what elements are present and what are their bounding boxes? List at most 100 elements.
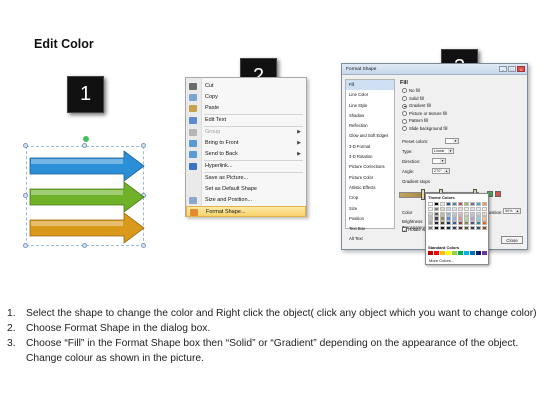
menu-item-cut[interactable]: Cut [186,81,306,92]
color-swatch[interactable] [433,211,440,216]
color-swatch[interactable] [457,211,464,216]
menu-item-format-shape[interactable]: Format Shape... [186,206,306,217]
remove-stop-icon[interactable] [495,191,501,197]
color-swatch[interactable] [457,251,464,256]
color-swatch[interactable] [445,251,452,256]
angle-spinner[interactable]: 270° ▴ [432,168,450,174]
color-swatch[interactable] [469,211,476,216]
nav-item-3-d-rotation[interactable]: 3-D Rotation [346,152,394,162]
nav-item-artistic-effects[interactable]: Artistic Effects [346,183,394,193]
nav-item-fill[interactable]: Fill [346,80,394,91]
fill-option[interactable]: Picture or texture fill [402,111,447,117]
color-swatch[interactable] [457,206,464,211]
menu-item-edit-text[interactable]: Edit Text [186,115,306,126]
color-swatch[interactable] [463,211,470,216]
nav-item-text-box[interactable]: Text Box [346,224,394,234]
menu-item-group[interactable]: Group ▶ [186,127,306,138]
fill-option[interactable]: Solid fill [402,96,424,101]
color-swatch[interactable] [481,211,488,216]
nav-item-reflection[interactable]: Reflection [346,121,394,131]
color-swatch[interactable] [439,202,446,207]
color-swatch[interactable] [457,216,464,221]
color-swatch[interactable] [481,202,488,207]
resize-handle[interactable] [23,143,28,148]
arrow-shape-group[interactable] [22,136,146,249]
color-swatch[interactable] [469,202,476,207]
orange-arrow-shape[interactable] [28,212,146,244]
menu-item-bring-to-front[interactable]: Bring to Front ▶ [186,138,306,149]
color-swatch[interactable] [475,221,482,226]
nav-item-line-color[interactable]: Line Color [346,90,394,100]
color-swatch[interactable] [445,211,452,216]
color-swatch[interactable] [463,216,470,221]
nav-item-line-style[interactable]: Line Style [346,101,394,111]
menu-item-send-to-back[interactable]: Send to Back ▶ [186,149,306,160]
preset-colors-dropdown[interactable]: ▾ [445,138,459,144]
color-swatch[interactable] [428,216,434,221]
radio-icon[interactable] [402,95,407,101]
color-swatch[interactable] [457,221,464,226]
color-swatch[interactable] [433,225,440,231]
menu-item-hyperlink[interactable]: Hyperlink... [186,161,306,172]
radio-icon[interactable] [402,126,407,132]
rotation-handle[interactable] [83,136,89,142]
color-swatch[interactable] [469,225,476,231]
color-swatch[interactable] [463,251,470,256]
color-swatch[interactable] [469,221,476,226]
color-swatch[interactable] [439,216,446,221]
color-swatch[interactable] [451,216,458,221]
radio-icon[interactable] [402,118,407,124]
color-swatch[interactable] [469,206,476,211]
color-swatch[interactable] [457,202,464,207]
green-arrow-shape[interactable] [28,181,146,213]
nav-item-picture-corrections[interactable]: Picture Corrections [346,162,394,172]
color-swatch[interactable] [481,216,488,221]
close-button[interactable]: Close [501,236,523,244]
menu-item-set-as-default-shape[interactable]: Set as Default Shape [186,184,306,195]
color-swatch[interactable] [428,211,434,216]
nav-item-3-d-format[interactable]: 3-D Format [346,142,394,152]
checkbox-icon[interactable]: ✓ [402,227,407,233]
resize-handle[interactable] [82,143,87,148]
color-swatch[interactable] [433,251,440,256]
nav-item-picture-color[interactable]: Picture Color [346,173,394,183]
color-swatch[interactable] [451,221,458,226]
color-swatch[interactable] [451,225,458,231]
type-dropdown[interactable]: Linear ▾ [432,148,454,154]
fill-option[interactable]: Pattern fill [402,118,428,124]
more-colors-link[interactable]: More Colors... [429,258,454,263]
color-swatch[interactable] [475,211,482,216]
resize-handle[interactable] [141,143,146,148]
color-swatch[interactable] [445,225,452,231]
color-swatch[interactable] [439,225,446,231]
color-swatch[interactable] [481,225,488,231]
color-swatch[interactable] [475,225,482,231]
color-swatch[interactable] [481,221,488,226]
color-swatch[interactable] [433,206,440,211]
color-swatch[interactable] [463,202,470,207]
color-swatch[interactable] [469,216,476,221]
color-swatch[interactable] [451,251,458,256]
color-swatch[interactable] [475,251,482,256]
nav-item-crop[interactable]: Crop [346,193,394,203]
color-swatch[interactable] [481,206,488,211]
color-swatch[interactable] [475,216,482,221]
color-swatch[interactable] [451,202,458,207]
color-swatch[interactable] [433,202,440,207]
color-swatch[interactable] [463,221,470,226]
nav-item-shadow[interactable]: Shadow [346,111,394,121]
color-swatch[interactable] [428,221,434,226]
color-swatch[interactable] [463,225,470,231]
radio-icon[interactable] [402,88,407,94]
radio-icon[interactable] [402,103,407,109]
color-swatch[interactable] [475,206,482,211]
color-swatch[interactable] [481,251,488,256]
menu-item-paste[interactable]: Paste [186,103,306,114]
color-swatch[interactable] [439,251,446,256]
close-window-button[interactable]: × [517,66,525,72]
menu-item-size-and-position[interactable]: Size and Position... [186,195,306,206]
color-swatch[interactable] [433,221,440,226]
fill-option[interactable]: Slide background fill [402,126,447,132]
color-swatch[interactable] [428,202,434,207]
color-swatch[interactable] [428,225,434,231]
